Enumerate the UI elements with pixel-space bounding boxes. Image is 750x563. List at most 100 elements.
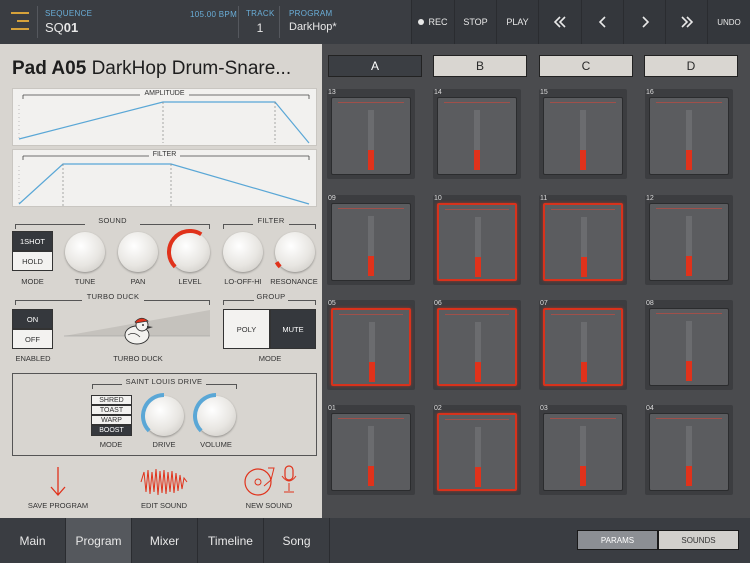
menu-icon[interactable] (11, 12, 29, 32)
pad-level-fill (368, 150, 374, 170)
params-toggle[interactable]: PARAMS (577, 530, 658, 550)
turbo-duck-on-button[interactable]: ON (12, 309, 53, 329)
pad-surface (437, 308, 517, 386)
drive-mode-boost[interactable]: BOOST (91, 425, 132, 436)
pad-number: 14 (434, 89, 442, 96)
pad-velocity-line (338, 102, 404, 103)
filter-section-label: FILTER (253, 216, 289, 225)
pad-04[interactable]: 04 (645, 405, 733, 495)
pad-15[interactable]: 15 (539, 89, 627, 179)
pad-14[interactable]: 14 (433, 89, 521, 179)
edit-sound-button[interactable]: EDIT SOUND (128, 466, 200, 510)
tune-label: TUNE (74, 277, 96, 286)
pad-surface (649, 97, 729, 175)
drive-mode-toast[interactable]: TOAST (91, 405, 132, 415)
sequence-caption: SEQUENCE (45, 9, 93, 18)
pad-number: 02 (434, 405, 442, 412)
arrow-down-icon (50, 467, 66, 496)
track-selector[interactable]: TRACK 1 (246, 9, 274, 35)
pad-surface (331, 413, 411, 491)
save-program-label: SAVE PROGRAM (27, 501, 89, 510)
chevron-right-icon (641, 16, 649, 28)
enabled-label: ENABLED (15, 354, 51, 363)
tab-main[interactable]: Main (0, 518, 66, 563)
tab-timeline[interactable]: Timeline (198, 518, 264, 563)
undo-button[interactable]: UNDO (707, 0, 750, 44)
pad-06[interactable]: 06 (433, 300, 521, 390)
rewind-start-button[interactable] (538, 0, 581, 44)
pad-16[interactable]: 16 (645, 89, 733, 179)
save-program-button[interactable]: SAVE PROGRAM (22, 466, 94, 510)
drive-mode-label: MODE (99, 440, 123, 449)
double-chevron-left-icon (553, 16, 566, 28)
pad-level-fill (369, 362, 375, 382)
knob-arc (167, 229, 203, 269)
group-poly-button[interactable]: POLY (223, 309, 270, 349)
tab-program[interactable]: Program (66, 518, 132, 563)
knob-arc (220, 229, 266, 275)
pad-09[interactable]: 09 (327, 195, 415, 285)
pad-surface (649, 413, 729, 491)
group-mute-button[interactable]: MUTE (270, 309, 316, 349)
pad-number: 01 (328, 405, 336, 412)
stop-button[interactable]: STOP (454, 0, 496, 44)
pad-velocity-line (445, 419, 509, 420)
play-button[interactable]: PLAY (496, 0, 538, 44)
bank-d-button[interactable]: D (644, 55, 738, 77)
pad-surface (331, 97, 411, 175)
pad-10[interactable]: 10 (433, 195, 521, 285)
pan-knob[interactable] (118, 232, 158, 272)
filter-envelope[interactable]: FILTER (12, 149, 317, 207)
bpm-readout[interactable]: 105.00 BPM (190, 10, 237, 19)
pad-01[interactable]: 01 (327, 405, 415, 495)
turbo-duck-off-button[interactable]: OFF (12, 329, 53, 349)
top-bar: SEQUENCE SQ01 105.00 BPM TRACK 1 PROGRAM… (0, 0, 750, 44)
pad-level-fill (475, 362, 481, 382)
pad-02[interactable]: 02 (433, 405, 521, 495)
step-back-button[interactable] (581, 0, 623, 44)
drive-knob[interactable] (141, 393, 184, 436)
volume-label: VOLUME (200, 440, 232, 449)
edit-sound-label: EDIT SOUND (140, 501, 188, 510)
pad-surface (543, 203, 623, 281)
pad-12[interactable]: 12 (645, 195, 733, 285)
level-label: LEVEL (178, 277, 202, 286)
pad-03[interactable]: 03 (539, 405, 627, 495)
sounds-toggle[interactable]: SOUNDS (658, 530, 739, 550)
lo-off-hi-knob[interactable] (223, 232, 263, 272)
tune-knob[interactable] (65, 232, 105, 272)
sequence-selector[interactable]: SEQUENCE SQ01 (45, 9, 92, 35)
level-knob[interactable] (167, 229, 210, 272)
pad-07[interactable]: 07 (539, 300, 627, 390)
knob-arc (193, 393, 217, 433)
pad-13[interactable]: 13 (327, 89, 415, 179)
forward-end-button[interactable] (665, 0, 707, 44)
bank-a-button[interactable]: A (328, 55, 422, 77)
volume-knob[interactable] (193, 393, 236, 436)
mode-hold-button[interactable]: HOLD (12, 251, 53, 271)
pad-level-fill (686, 256, 692, 276)
tab-song[interactable]: Song (264, 518, 330, 563)
pad-velocity-line (339, 314, 403, 315)
pad-11[interactable]: 11 (539, 195, 627, 285)
amplitude-envelope[interactable]: AMPLITUDE (12, 88, 317, 146)
pad-velocity-line (551, 314, 615, 315)
new-sound-button[interactable]: NEW SOUND (233, 464, 305, 510)
bank-b-button[interactable]: B (433, 55, 527, 77)
resonance-knob[interactable] (274, 232, 315, 272)
tab-mixer[interactable]: Mixer (132, 518, 198, 563)
step-forward-button[interactable] (623, 0, 665, 44)
drive-mode-warp[interactable]: WARP (91, 415, 132, 425)
pad-level-fill (475, 257, 481, 277)
new-sound-label: NEW SOUND (245, 501, 293, 510)
program-selector[interactable]: PROGRAM DarkHop* (289, 9, 337, 33)
pad-velocity-line (656, 102, 722, 103)
bank-c-button[interactable]: C (539, 55, 633, 77)
mode-1shot-button[interactable]: 1SHOT (12, 231, 53, 251)
pad-08[interactable]: 08 (645, 300, 733, 390)
rec-button[interactable]: REC (411, 0, 454, 44)
drive-mode-shred[interactable]: SHRED (91, 395, 132, 405)
pad-05[interactable]: 05 (327, 300, 415, 390)
knob-arc (115, 229, 161, 275)
pad-velocity-line (338, 208, 404, 209)
